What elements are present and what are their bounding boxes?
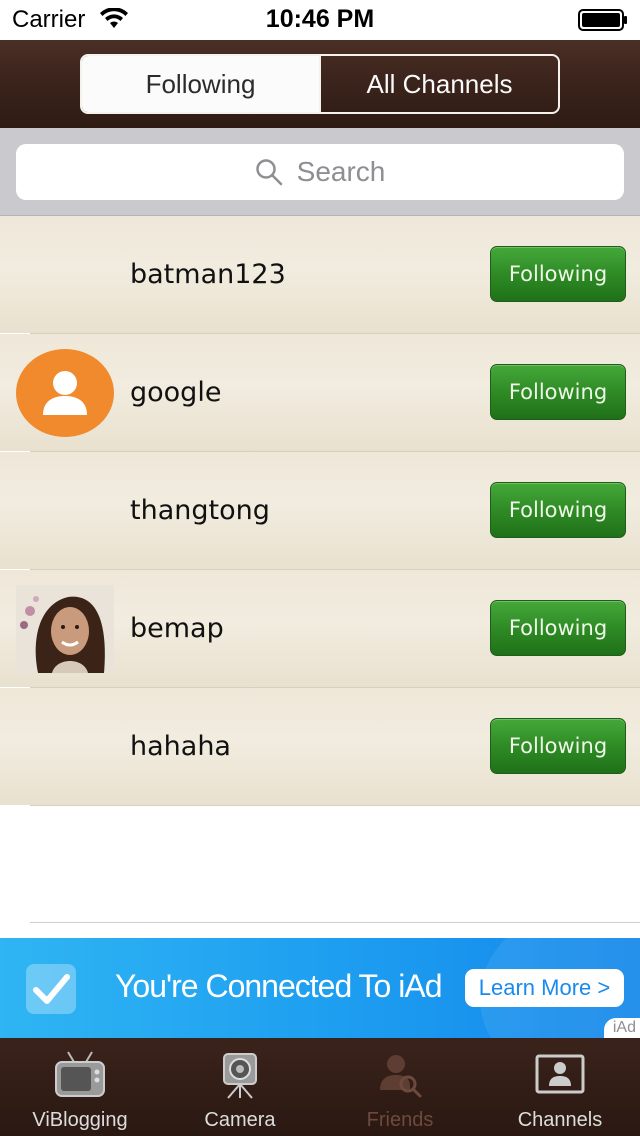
following-button[interactable]: Following [490, 246, 626, 302]
friends-icon [380, 1055, 422, 1098]
following-button[interactable]: Following [490, 600, 626, 656]
segment-all-channels[interactable]: All Channels [319, 56, 558, 112]
search-input[interactable]: Search [16, 144, 624, 200]
channel-name: thangtong [130, 495, 270, 526]
list-item[interactable]: batman123 Following [0, 216, 640, 334]
channel-name: google [130, 377, 222, 408]
search-icon [255, 159, 282, 186]
ad-banner[interactable]: You're Connected To iAd Learn More > iAd [0, 938, 640, 1038]
channels-icon [535, 1054, 585, 1094]
iad-tag: iAd [612, 1019, 636, 1036]
avatar [16, 349, 114, 437]
channel-name: hahaha [130, 731, 231, 762]
tab-label: Channels [517, 1109, 603, 1131]
search-placeholder: Search [296, 156, 386, 187]
following-list: batman123 Following google Following tha… [0, 216, 640, 806]
tab-label: Camera [204, 1109, 276, 1131]
channel-name: bemap [130, 613, 224, 644]
ad-headline: You're Connected To iAd [115, 968, 442, 1004]
status-bar: Carrier 10:46 PM [0, 0, 640, 40]
tab-friends[interactable]: Friends [320, 1038, 480, 1136]
channel-name: batman123 [130, 259, 286, 290]
learn-more-button[interactable]: Learn More > [465, 969, 624, 1007]
following-button[interactable]: Following [490, 482, 626, 538]
tab-viblogging[interactable]: ViBlogging [0, 1038, 160, 1136]
tab-bar: ViBlogging Camera Friends Channels [0, 1038, 640, 1136]
tab-label: Friends [366, 1109, 434, 1131]
tab-camera[interactable]: Camera [160, 1038, 320, 1136]
following-button[interactable]: Following [490, 364, 626, 420]
camera-icon [223, 1053, 257, 1099]
checkmark-icon [26, 964, 76, 1014]
list-item[interactable]: hahaha Following [0, 688, 640, 806]
search-bar: Search [0, 128, 640, 216]
list-item[interactable]: google Following [0, 334, 640, 452]
tv-icon [55, 1051, 105, 1097]
following-button[interactable]: Following [490, 718, 626, 774]
user-icon [43, 371, 87, 415]
navigation-header: Following All Channels [0, 40, 640, 128]
segmented-control: Following All Channels [80, 54, 560, 114]
tab-label: ViBlogging [32, 1109, 128, 1131]
status-time: 10:46 PM [265, 5, 375, 33]
segment-following[interactable]: Following [82, 56, 319, 112]
avatar-photo [16, 585, 114, 673]
list-item[interactable]: bemap Following [0, 570, 640, 688]
list-item[interactable]: thangtong Following [0, 452, 640, 570]
profile-photo [16, 585, 114, 673]
separator [30, 922, 640, 923]
battery-icon [578, 9, 627, 31]
tab-channels[interactable]: Channels [480, 1038, 640, 1136]
